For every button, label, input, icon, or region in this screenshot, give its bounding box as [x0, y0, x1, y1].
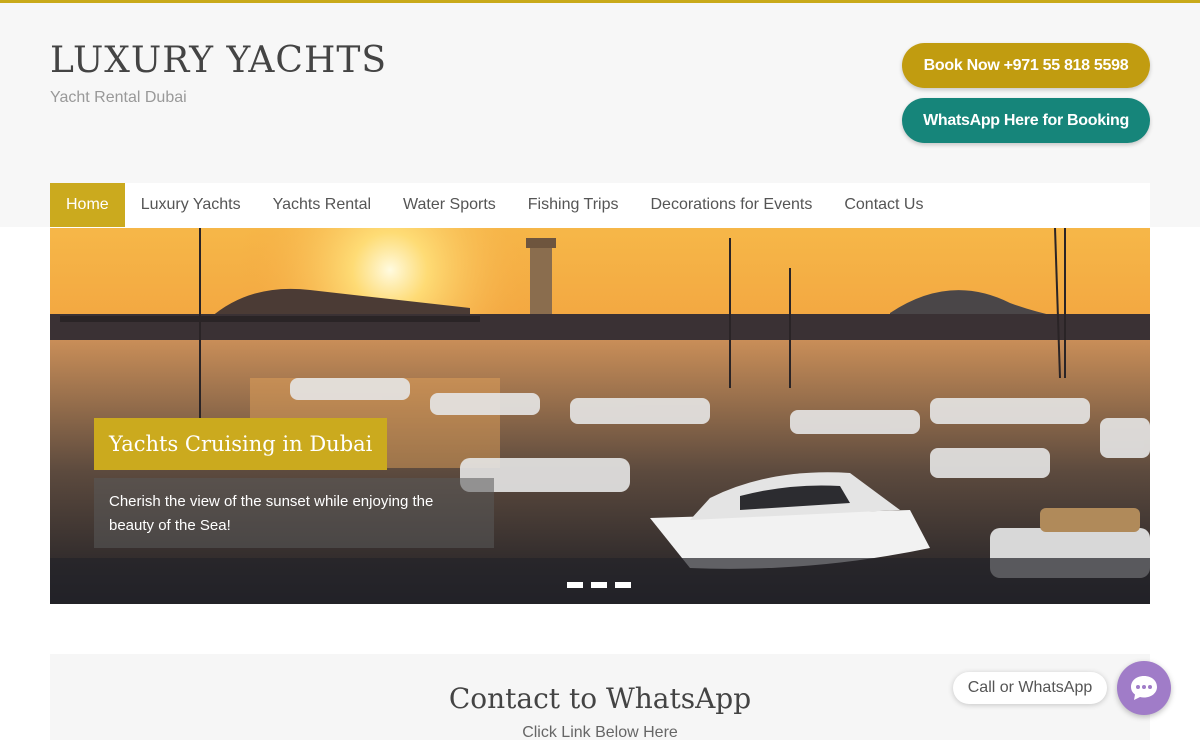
site-title[interactable]: LUXURY YACHTS: [50, 40, 387, 81]
nav-item-home[interactable]: Home: [50, 183, 125, 227]
main-nav: Home Luxury Yachts Yachts Rental Water S…: [50, 183, 1150, 227]
hero-slider[interactable]: Yachts Cruising in Dubai Cherish the vie…: [50, 228, 1150, 604]
slider-dot-1[interactable]: [567, 582, 583, 588]
nav-item-contact-us[interactable]: Contact Us: [828, 183, 939, 227]
chat-button[interactable]: [1117, 661, 1171, 715]
nav-item-luxury-yachts[interactable]: Luxury Yachts: [125, 183, 257, 227]
nav-item-decorations[interactable]: Decorations for Events: [634, 183, 828, 227]
nav-item-yachts-rental[interactable]: Yachts Rental: [257, 183, 387, 227]
call-or-whatsapp-label[interactable]: Call or WhatsApp: [953, 672, 1107, 704]
slider-dot-3[interactable]: [615, 582, 631, 588]
book-now-button[interactable]: Book Now +971 55 818 5598: [902, 43, 1150, 88]
site-tagline: Yacht Rental Dubai: [50, 89, 187, 106]
nav-item-fishing-trips[interactable]: Fishing Trips: [512, 183, 635, 227]
nav-item-water-sports[interactable]: Water Sports: [387, 183, 512, 227]
slider-pagination: [567, 582, 631, 588]
whatsapp-booking-button[interactable]: WhatsApp Here for Booking: [902, 98, 1150, 143]
slide-caption-title: Yachts Cruising in Dubai: [94, 418, 388, 470]
chat-bubble-icon: [1131, 676, 1157, 700]
slide-caption-text: Cherish the view of the sunset while enj…: [94, 478, 494, 548]
contact-subtitle: Click Link Below Here: [522, 724, 678, 740]
slider-dot-2[interactable]: [591, 582, 607, 588]
